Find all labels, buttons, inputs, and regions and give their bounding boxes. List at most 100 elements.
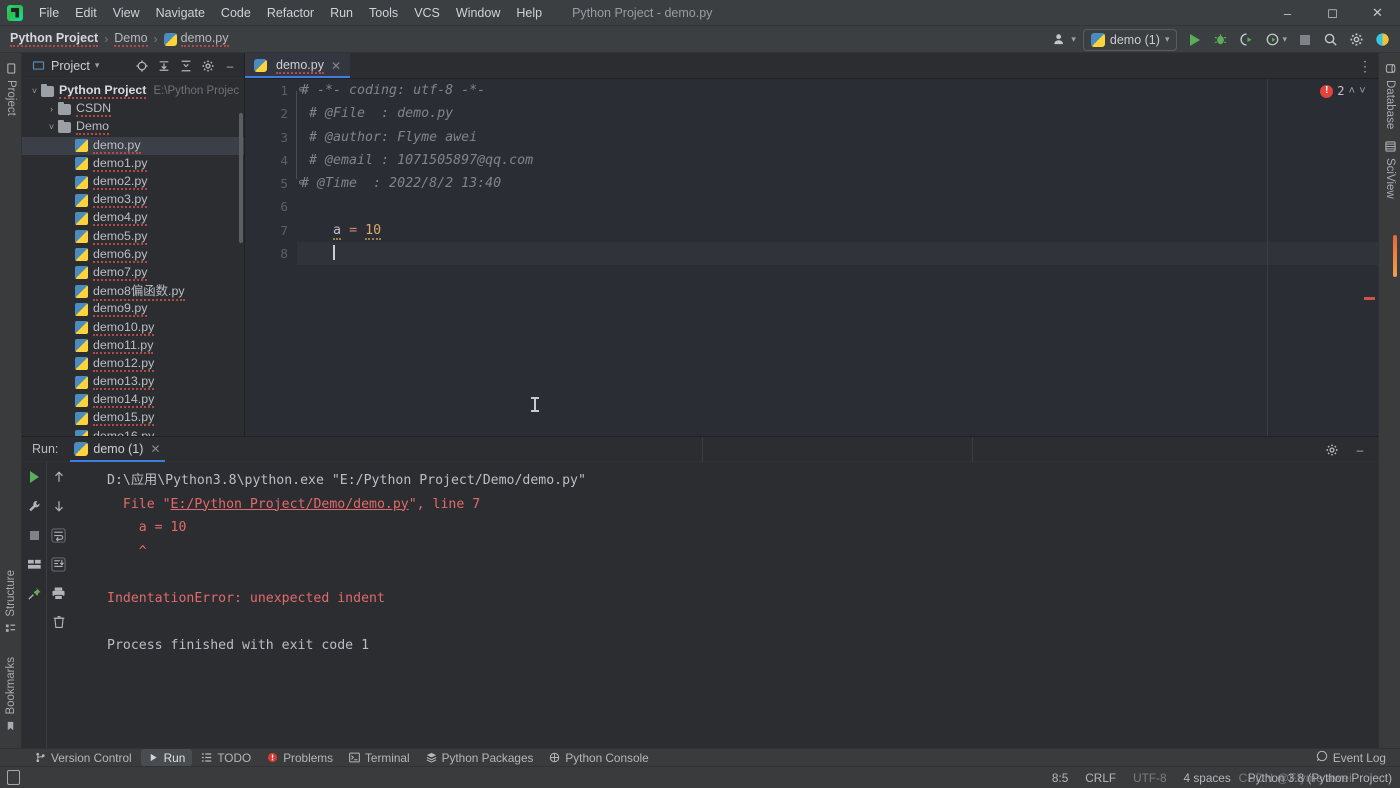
tool-window-button-python-packages[interactable]: Python Packages [419,749,541,766]
menu-vcs[interactable]: VCS [406,2,448,24]
tree-twisty-icon[interactable]: ˅ [45,122,58,132]
code-line[interactable] [297,242,1378,266]
close-icon[interactable]: ✕ [150,442,160,456]
scroll-to-end-icon[interactable] [50,555,68,573]
maximize-icon[interactable]: ◻ [1310,0,1355,26]
hide-panel-icon[interactable]: – [220,56,240,76]
tree-twisty-icon[interactable]: › [45,104,58,114]
inspection-error-count[interactable]: ! 2 ˄ ˅ [1320,84,1366,98]
code-content[interactable]: # -*- coding: utf-8 -*- # @File : demo.p… [297,79,1378,436]
tool-window-button-python-console[interactable]: Python Console [542,749,655,766]
tree-item-demo6.py[interactable]: demo6.py [22,246,244,264]
breadcrumb-file[interactable]: demo.py [180,31,229,47]
close-icon[interactable]: ✕ [331,59,341,73]
tree-item-pythonproject[interactable]: ˅ Python Project E:\Python Projec [22,82,244,100]
trash-icon[interactable] [50,613,68,631]
rerun-icon[interactable] [25,468,43,486]
settings-gear-icon[interactable] [1322,440,1342,460]
code-line[interactable]: # @File : demo.py [297,102,1378,125]
print-icon[interactable] [50,584,68,602]
tool-window-button-problems[interactable]: Problems [260,749,340,766]
search-icon[interactable] [1319,29,1342,51]
code-line[interactable]: # @author: Flyme awei [297,126,1378,149]
code-line[interactable] [297,195,1378,218]
project-tree-scrollbar[interactable] [239,113,243,243]
ai-assistant-icon[interactable] [1371,29,1394,51]
code-line[interactable]: # @email : 1071505897@qq.com [297,149,1378,172]
up-arrow-icon[interactable] [50,468,68,486]
tree-item-demo9.py[interactable]: demo9.py [22,300,244,318]
menu-window[interactable]: Window [448,2,508,24]
editor-tab-demo-py[interactable]: demo.py ✕ [245,53,351,78]
tool-window-button-run[interactable]: Run [140,749,193,766]
file-encoding[interactable]: UTF-8 [1133,771,1166,785]
tree-item-demo3.py[interactable]: demo3.py [22,191,244,209]
close-icon[interactable]: ✕ [1355,0,1400,26]
menu-edit[interactable]: Edit [67,2,105,24]
tree-item-demo11.py[interactable]: demo11.py [22,337,244,355]
profile-button[interactable]: ▾ [1261,29,1291,51]
console-file-link[interactable]: E:/Python Project/Demo/demo.py [171,497,409,512]
tree-item-demo5.py[interactable]: demo5.py [22,228,244,246]
line-separator[interactable]: CRLF [1085,771,1116,785]
event-log-button[interactable]: Event Log [1316,750,1386,765]
tree-twisty-icon[interactable]: ˅ [28,86,41,96]
menu-file[interactable]: File [31,2,67,24]
strip-item-structure[interactable]: Structure [0,564,22,640]
tree-item-demo[interactable]: ˅ Demo [22,118,244,136]
tree-item-demo15.py[interactable]: demo15.py [22,409,244,427]
caret-position[interactable]: 8:5 [1052,771,1068,785]
tool-window-button-version-control[interactable]: Version Control [28,749,139,766]
previous-error-icon[interactable]: ˄ [1349,84,1356,98]
run-button[interactable] [1184,29,1206,51]
expand-all-icon[interactable] [154,56,174,76]
tree-item-demo1.py[interactable]: demo1.py [22,155,244,173]
stop-icon[interactable] [25,526,43,544]
tree-item-demo13.py[interactable]: demo13.py [22,373,244,391]
menu-help[interactable]: Help [508,2,550,24]
strip-item-bookmarks[interactable]: Bookmarks [0,651,22,738]
layout-toggle-icon[interactable] [7,770,20,785]
menu-tools[interactable]: Tools [361,2,406,24]
code-line[interactable]: a = 10 [297,219,1378,242]
gear-icon[interactable] [198,56,218,76]
project-tree[interactable]: ˅ Python Project E:\Python Projec › CSDN ˅ Dem… [22,80,244,436]
hide-panel-icon[interactable]: – [1350,440,1370,460]
stop-button[interactable] [1294,29,1316,51]
menu-run[interactable]: Run [322,2,361,24]
tree-item-demo10.py[interactable]: demo10.py [22,318,244,336]
more-options-icon[interactable]: ⋮ [1358,59,1372,73]
menu-view[interactable]: View [105,2,148,24]
tree-item-demo8.py[interactable]: demo8偏函数.py [22,282,244,302]
error-stripe-scrollbar[interactable] [1364,105,1378,436]
run-configuration-selector[interactable]: demo (1) ▾ [1082,28,1178,51]
python-interpreter[interactable]: Python 3.8 (Python Project) [1248,771,1392,785]
indent-setting[interactable]: 4 spaces [1184,771,1231,785]
breadcrumb-folder[interactable]: Demo [114,31,148,47]
tree-item-demo4.py[interactable]: demo4.py [22,209,244,227]
tree-item-demo14.py[interactable]: demo14.py [22,391,244,409]
layout-icon[interactable] [25,555,43,573]
error-stripe-mark[interactable] [1364,297,1375,300]
tree-item-demo.py[interactable]: demo.py [22,136,244,155]
tool-window-button-todo[interactable]: TODO [194,749,258,766]
wrench-icon[interactable] [25,497,43,515]
tool-window-button-terminal[interactable]: Terminal [342,749,417,766]
tree-item-demo7.py[interactable]: demo7.py [22,264,244,282]
run-console-output[interactable]: D:\应用\Python3.8\python.exe "E:/Python Pr… [85,462,1378,748]
tree-item-demo16.py[interactable]: demo16.py [22,428,244,436]
target-icon[interactable] [132,56,152,76]
breadcrumb-project[interactable]: Python Project [10,31,99,47]
user-profile-icon[interactable]: ▾ [1049,29,1080,51]
code-editor[interactable]: 1 ⊖ 2 3 4 5 ⊖ 6 7 8 # -*- coding: utf-8 -*- # @Fi… [245,79,1378,436]
down-arrow-icon[interactable] [50,497,68,515]
tree-item-demo12.py[interactable]: demo12.py [22,355,244,373]
soft-wrap-icon[interactable] [50,526,68,544]
run-with-coverage-button[interactable] [1235,29,1258,51]
menu-navigate[interactable]: Navigate [148,2,213,24]
debug-button[interactable] [1209,29,1232,51]
run-tab-demo[interactable]: demo (1) ✕ [68,437,166,462]
chevron-down-icon[interactable]: ▾ [95,60,100,71]
settings-gear-icon[interactable] [1345,29,1368,51]
pin-icon[interactable] [25,584,43,602]
